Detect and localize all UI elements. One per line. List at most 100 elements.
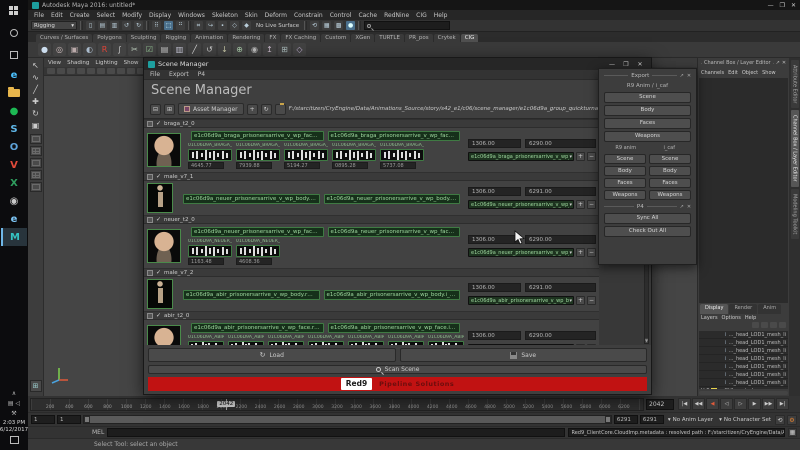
start-frame-field[interactable]: 1306.00 (468, 139, 521, 148)
layer-row-gui-controls[interactable]: VP ...GUI_controls (699, 387, 788, 389)
viewport-toolbar-icon[interactable] (127, 68, 135, 74)
shelf-person-icon[interactable]: ↥ (263, 43, 276, 56)
new-layer-selected-icon[interactable] (761, 322, 768, 328)
menubar-item[interactable]: Cache (358, 12, 377, 19)
end-frame-field[interactable]: 6290.00 (525, 331, 596, 340)
auto-keyframe-icon[interactable]: ⟲ (775, 414, 785, 425)
export-grid-scene-button[interactable]: Scene (649, 154, 691, 164)
redo-icon[interactable]: ↻ (134, 21, 143, 30)
shelf-camera-icon[interactable]: ◉ (248, 43, 261, 56)
caf-file-label[interactable]: e1c06d9a_neuer_prisonersarrive_v_wp_body… (323, 193, 460, 204)
viewport-toolbar-icon[interactable] (87, 68, 95, 74)
time-slider[interactable]: 200 400 600 800 1000 1200 1400 1600 1800 2000 2200… (30, 397, 644, 411)
layer-color-swatch[interactable] (711, 388, 718, 389)
menubar-item[interactable]: Constrain (294, 12, 323, 19)
audio-clip[interactable]: 01C06D9A_ABIR_Qu (188, 335, 224, 345)
sidebar-vertical-tab[interactable]: Modeling Toolkit (790, 189, 799, 240)
end-frame-field[interactable]: 6291.00 (525, 187, 596, 196)
export-panel-header[interactable]: Export ↗ ✕ (604, 71, 691, 80)
playback-button[interactable]: ▷ (734, 398, 747, 410)
select-component-icon[interactable]: ⠛ (176, 21, 185, 30)
channel-box-menu-item[interactable]: Object (742, 70, 758, 76)
caf-file-label[interactable]: e1c06d9a_abir_prisonersarrive_v_wp_face.… (327, 323, 460, 333)
layer-row[interactable]: ⌇ ..._head_LOD1_mesh_li (699, 379, 788, 387)
row-header[interactable]: ✓ neuer_t2_0 (144, 215, 599, 224)
shelf-monitor-icon[interactable]: ▣ (68, 43, 81, 56)
taskbar-app-edge[interactable]: e (1, 66, 27, 84)
export-target-dropdown[interactable]: e1c06d9a_neuer_prisonersarrive_v_wp_body… (468, 200, 574, 209)
shelf-tab[interactable]: Rendering (228, 34, 265, 42)
clip-value-field[interactable]: 5194.27 (284, 162, 321, 169)
export-grid-body-button[interactable]: Body (649, 166, 691, 176)
export-grid-weapons-button[interactable]: Weapons (649, 190, 691, 200)
collapse-icon[interactable] (147, 269, 153, 276)
audio-clip[interactable]: 01C06D9A_ABIR_Qu (228, 335, 264, 345)
viewport-toolbar-icon[interactable] (77, 68, 85, 74)
playback-button[interactable]: ▶▶ (762, 398, 775, 410)
taskbar-app-maya[interactable]: M (1, 228, 27, 246)
animation-end-field[interactable]: 6291 (639, 415, 664, 424)
taskbar-app-internet-explorer[interactable]: e (1, 210, 27, 228)
move-tool-icon[interactable]: ✚ (30, 96, 42, 108)
shelf-tab[interactable]: FX Caching (281, 34, 321, 42)
channel-box-menu-item[interactable]: Show (762, 70, 776, 76)
viewport-toolbar-icon[interactable] (117, 68, 125, 74)
shelf-tab[interactable]: Animation (191, 34, 228, 42)
snap-surface-icon[interactable]: ◆ (242, 21, 251, 30)
minimize-button[interactable]: — (605, 61, 619, 68)
undock-icon[interactable]: ↗ (680, 204, 684, 210)
audio-clip[interactable]: 01C06D9A_ABIR_Qu (308, 335, 344, 345)
browse-folder-button[interactable] (274, 103, 286, 115)
layout-four-pane-button[interactable] (29, 146, 42, 156)
taskbar-clock[interactable]: 2:03 PM 6/12/2017 (0, 418, 28, 436)
sidebar-vertical-tab[interactable]: Attribute Editor (790, 60, 799, 109)
menubar-item[interactable]: Help (434, 12, 448, 19)
playback-button[interactable]: ▶ (748, 398, 761, 410)
new-scene-icon[interactable]: ▯ (86, 21, 95, 30)
taskbar-app-outlook[interactable]: O (1, 138, 27, 156)
task-view-button[interactable] (0, 44, 28, 66)
menubar-item[interactable]: Skeleton (212, 12, 238, 19)
remove-export-button[interactable]: − (587, 296, 596, 305)
shelf-sphere-icon[interactable]: ● (38, 43, 51, 56)
shelf-key-icon[interactable]: ⊞ (278, 43, 291, 56)
volume-icon[interactable]: ◁ (16, 400, 21, 407)
character-face-thumbnail[interactable] (147, 133, 181, 167)
search-button[interactable] (0, 22, 28, 44)
export-faces-button[interactable]: Faces (604, 118, 691, 129)
layer-editor-tab[interactable]: Render (729, 304, 758, 314)
remove-export-button[interactable]: − (587, 152, 596, 161)
viewport-toolbar-icon[interactable] (57, 68, 65, 74)
start-frame-field[interactable]: 1306.00 (468, 331, 521, 340)
audio-clip[interactable]: 01C06D9A_BRAGA_Qu 5737.08 (380, 143, 424, 169)
minimize-button[interactable]: — (768, 2, 774, 9)
undo-icon[interactable]: ↺ (122, 21, 131, 30)
close-icon[interactable]: ✕ (687, 73, 691, 79)
export-target-dropdown[interactable]: e1c06d9a_abir_prisonersarrive_v_wp_body ▾ (468, 296, 574, 305)
channel-box-empty-area[interactable] (699, 78, 788, 303)
layer-menu-item[interactable]: Help (745, 315, 756, 321)
taskbar-app-excel[interactable]: X (1, 174, 27, 192)
viewport-toolbar-icon[interactable] (97, 68, 105, 74)
animation-start-field[interactable]: 1 (31, 415, 55, 424)
undock-icon[interactable]: ↗ (680, 73, 684, 79)
audio-clip[interactable]: 01C06D9A_NEUER_Qu 1163.48 (188, 239, 232, 265)
move-layer-up-icon[interactable] (770, 322, 777, 328)
caf-file-label[interactable]: e1c06d9a_neuer_prisonersarrive_v_wp_face… (327, 227, 460, 237)
snap-point-icon[interactable]: ∙ (218, 21, 227, 30)
export-scene-button[interactable]: Scene (604, 92, 691, 103)
snap-plane-icon[interactable]: ◇ (230, 21, 239, 30)
scroll-down-icon[interactable]: ▼ (645, 338, 648, 343)
taskbar-app-skype[interactable]: S (1, 120, 27, 138)
menubar-item[interactable]: Display (149, 12, 171, 19)
channel-box-header[interactable]: Channel Box / Layer Editor ↗ ✕ (698, 58, 789, 68)
row-checkbox[interactable]: ✓ (156, 173, 161, 180)
select-tool-icon[interactable]: ↖ (30, 60, 42, 72)
taskbar-app-file-explorer[interactable] (1, 84, 27, 102)
audio-clip[interactable]: 01C06D9A_ABIR_Qu (268, 335, 304, 345)
layer-row[interactable]: ⌇ ..._head_LOD1_mesh_li (699, 363, 788, 371)
menubar-item[interactable]: Select (97, 12, 116, 19)
move-layer-down-icon[interactable] (779, 322, 786, 328)
save-scene-icon[interactable]: ▥ (110, 21, 119, 30)
menubar-item[interactable]: CIG (416, 12, 427, 19)
